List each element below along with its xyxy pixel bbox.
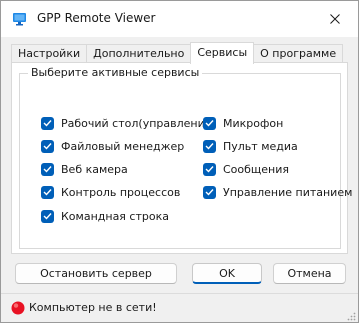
checkbox-checked-icon[interactable] xyxy=(41,209,54,223)
tab-services[interactable]: Сервисы xyxy=(190,42,255,64)
service-process-control[interactable]: Контроль процессов xyxy=(41,184,180,200)
title-bar: GPP Remote Viewer xyxy=(1,1,358,37)
services-tab-page: Выберите активные сервисы Рабочий стол(у… xyxy=(11,62,352,254)
app-logo-icon xyxy=(12,11,28,27)
service-label: Сообщения xyxy=(223,162,290,176)
service-webcam[interactable]: Веб камера xyxy=(41,161,128,177)
service-label: Рабочий стол(управление) xyxy=(61,116,216,130)
status-text: Компьютер не в сети! xyxy=(29,301,157,314)
resize-grip-icon[interactable] xyxy=(346,311,356,321)
stop-server-button[interactable]: Остановить сервер xyxy=(15,263,177,284)
checkbox-checked-icon[interactable] xyxy=(203,162,216,176)
service-label: Файловый менеджер xyxy=(61,139,185,153)
tab-strip: Настройки Дополнительно Сервисы О програ… xyxy=(11,42,344,64)
service-label: Контроль процессов xyxy=(61,185,181,199)
service-file-manager[interactable]: Файловый менеджер xyxy=(41,138,184,154)
window-title: GPP Remote Viewer xyxy=(37,11,156,25)
tab-advanced[interactable]: Дополнительно xyxy=(86,44,192,63)
status-bar: Компьютер не в сети! xyxy=(1,293,358,322)
red-status-dot-icon xyxy=(11,301,25,315)
services-groupbox: Выберите активные сервисы Рабочий стол(у… xyxy=(19,66,352,249)
service-command-line[interactable]: Командная строка xyxy=(41,208,169,224)
tab-settings[interactable]: Настройки xyxy=(11,44,88,63)
service-label: Микрофон xyxy=(223,116,284,130)
ok-button[interactable]: OK xyxy=(192,263,262,284)
service-power-management[interactable]: Управление питанием xyxy=(203,184,352,200)
checkbox-checked-icon[interactable] xyxy=(203,139,216,153)
service-messages[interactable]: Сообщения xyxy=(203,161,289,177)
checkbox-checked-icon[interactable] xyxy=(41,139,54,153)
service-desktop-control[interactable]: Рабочий стол(управление) xyxy=(41,115,216,131)
checkbox-checked-icon[interactable] xyxy=(203,116,216,130)
checkbox-checked-icon[interactable] xyxy=(203,185,216,199)
close-button[interactable] xyxy=(312,1,358,37)
checkbox-checked-icon[interactable] xyxy=(41,162,54,176)
service-media-remote[interactable]: Пульт медиа xyxy=(203,138,298,154)
cancel-button[interactable]: Отмена xyxy=(273,263,346,284)
service-microphone[interactable]: Микрофон xyxy=(203,115,283,131)
service-label: Пульт медиа xyxy=(223,139,298,153)
services-group-title: Выберите активные сервисы xyxy=(28,66,203,79)
service-label: Управление питанием xyxy=(223,185,353,199)
checkbox-checked-icon[interactable] xyxy=(41,185,54,199)
service-label: Командная строка xyxy=(61,209,169,223)
checkbox-checked-icon[interactable] xyxy=(41,116,54,130)
close-icon xyxy=(330,14,340,24)
tab-about[interactable]: О программе xyxy=(253,44,344,63)
main-window: GPP Remote Viewer Настройки Дополнительн… xyxy=(0,0,359,323)
service-label: Веб камера xyxy=(61,162,128,176)
